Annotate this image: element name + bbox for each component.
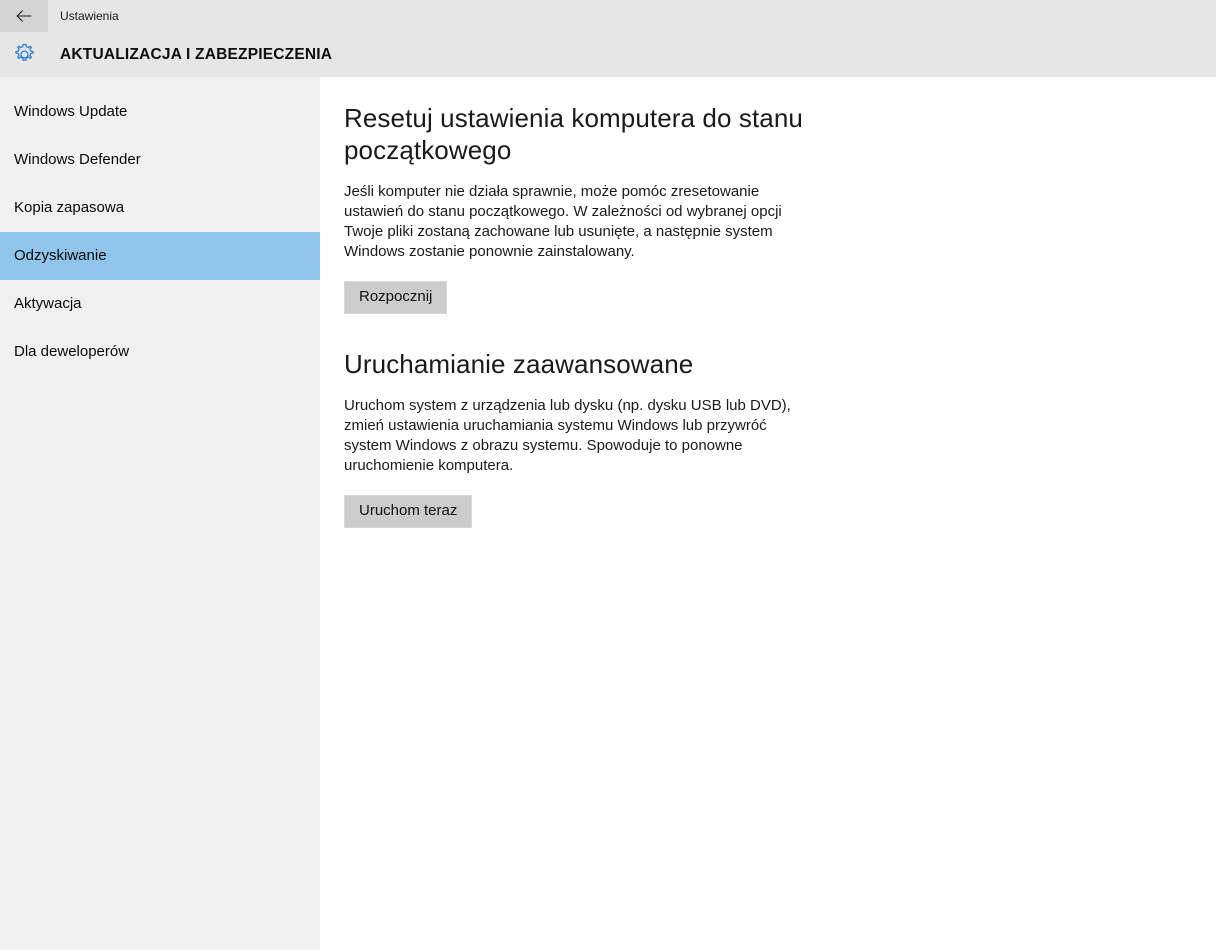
description-line: system Windows z obrazu systemu. Spowodu… xyxy=(344,437,743,454)
content-area: Resetuj ustawienia komputera do stanu po… xyxy=(320,77,1216,950)
section-reset-heading: Resetuj ustawienia komputera do stanu po… xyxy=(344,102,804,166)
sidebar-item-windows-defender[interactable]: Windows Defender xyxy=(0,136,320,184)
page-title: AKTUALIZACJA I ZABEZPIECZENIA xyxy=(60,46,333,63)
gear-icon xyxy=(15,43,34,61)
description-line: ustawień do stanu początkowego. W zależn… xyxy=(344,203,782,220)
sidebar-item-odzyskiwanie[interactable]: Odzyskiwanie xyxy=(0,232,320,280)
section-advanced-heading: Uruchamianie zaawansowane xyxy=(344,349,694,379)
sidebar-item-windows-update[interactable]: Windows Update xyxy=(0,88,320,136)
section-reset-heading-line1: Resetuj ustawienia komputera do stanu xyxy=(344,103,803,133)
section-reset-pc: Resetuj ustawienia komputera do stanu po… xyxy=(344,102,804,314)
description-line: Windows zostanie ponownie zainstalowany. xyxy=(344,243,635,260)
section-reset-heading-line2: początkowego xyxy=(344,135,512,165)
title-bar: Ustawienia xyxy=(0,0,1216,32)
sidebar: Windows Update Windows Defender Kopia za… xyxy=(0,77,320,950)
description-line: Uruchom system z urządzenia lub dysku (n… xyxy=(344,397,791,414)
page-header: AKTUALIZACJA I ZABEZPIECZENIA xyxy=(0,32,1216,77)
start-reset-button[interactable]: Rozpocznij xyxy=(344,281,448,314)
sidebar-nav-list: Windows Update Windows Defender Kopia za… xyxy=(0,88,320,376)
sidebar-item-aktywacja[interactable]: Aktywacja xyxy=(0,280,320,328)
section-reset-description: Jeśli komputer nie działa sprawnie, może… xyxy=(344,166,804,262)
app-title: Ustawienia xyxy=(60,9,119,23)
description-line: uruchomienie komputera. xyxy=(344,457,514,474)
section-advanced-description: Uruchom system z urządzenia lub dysku (n… xyxy=(344,380,804,476)
description-line: zmień ustawienia uruchamiania systemu Wi… xyxy=(344,417,767,434)
back-button[interactable] xyxy=(0,0,48,32)
sidebar-item-dla-deweloperow[interactable]: Dla deweloperów xyxy=(0,328,320,376)
description-line: Twoje pliki zostaną zachowane lub usunię… xyxy=(344,223,773,240)
description-line: Jeśli komputer nie działa sprawnie, może… xyxy=(344,183,760,200)
section-advanced-startup: Uruchamianie zaawansowane Uruchom system… xyxy=(344,348,804,528)
restart-now-button[interactable]: Uruchom teraz xyxy=(344,495,473,528)
arrow-left-icon xyxy=(16,10,32,22)
sidebar-item-kopia-zapasowa[interactable]: Kopia zapasowa xyxy=(0,184,320,232)
